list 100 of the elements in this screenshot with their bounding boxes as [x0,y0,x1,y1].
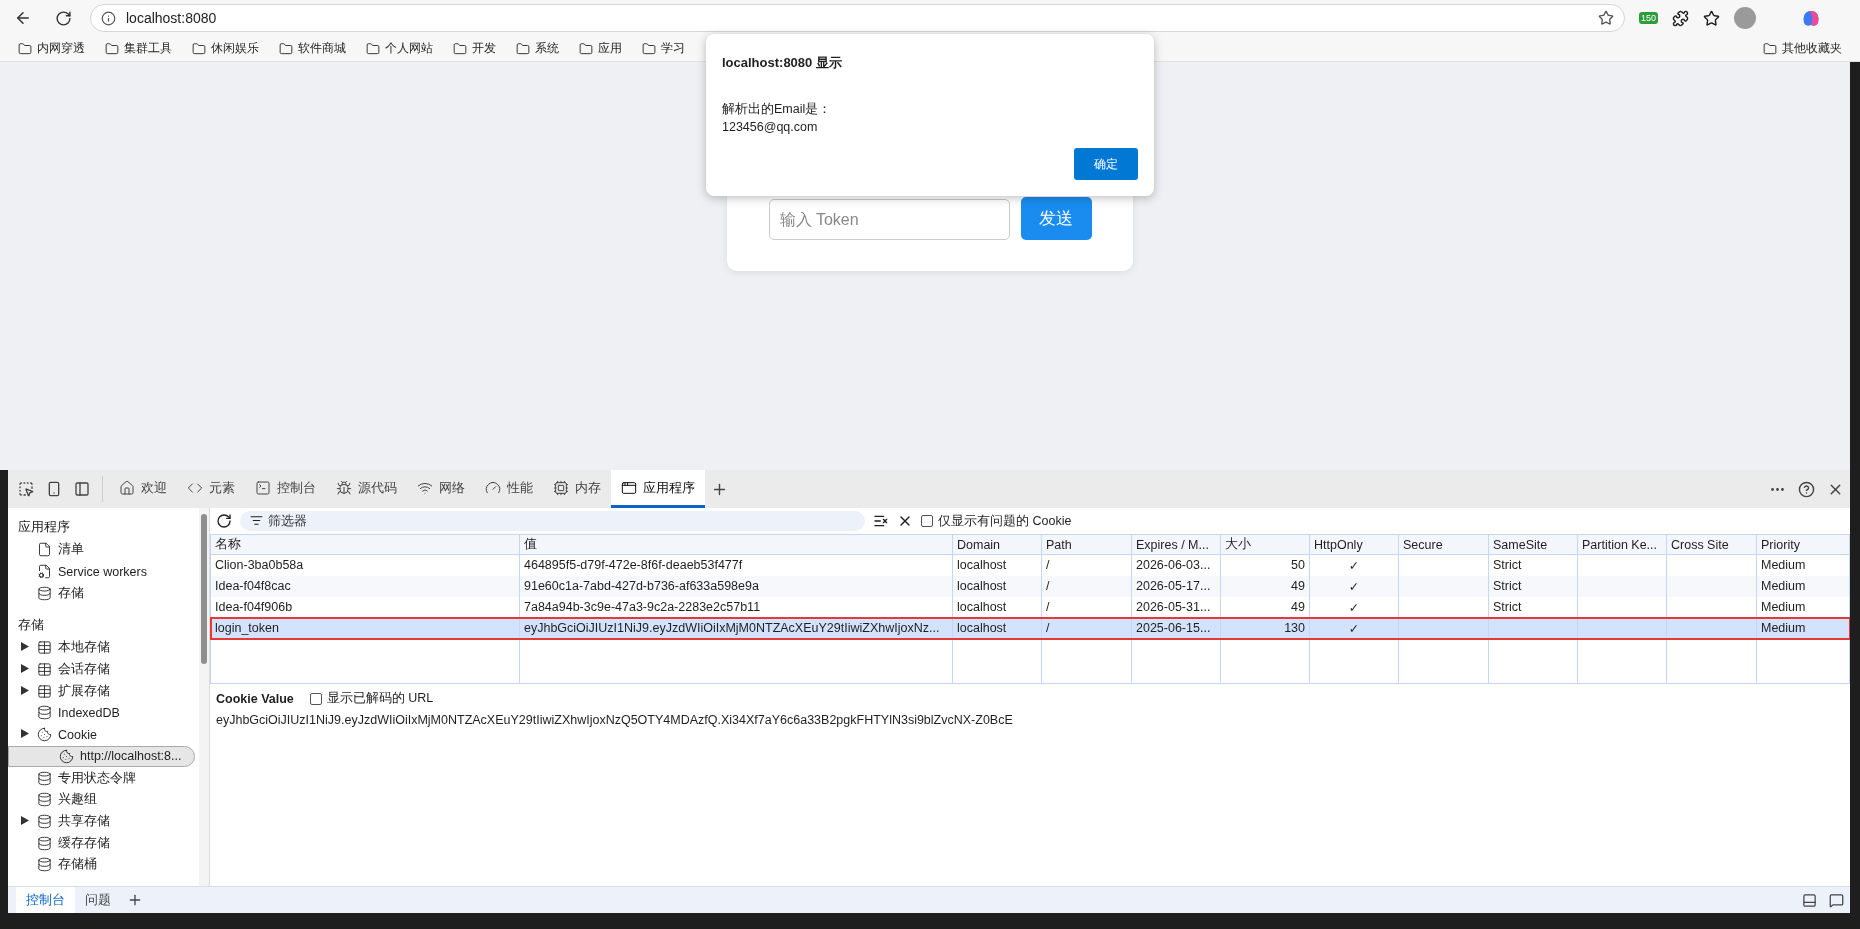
issues-checkbox[interactable]: 仅显示有问题的 Cookie [921,512,1072,530]
sidebar-item[interactable]: 共享存储 [8,810,199,833]
folder-icon [1763,41,1777,56]
devtools-tab[interactable]: 源代码 [326,470,407,508]
bookmark-folder[interactable]: 软件商城 [279,40,346,57]
token-input[interactable]: 输入 Token [768,199,1010,240]
devtools-tab[interactable]: 控制台 [245,470,326,508]
expand-icon[interactable] [21,685,29,695]
table-cell: 2026-06-03... [1136,558,1211,573]
sidebar-item[interactable]: 存储桶 [8,853,199,876]
column-header[interactable]: 名称 [210,534,520,555]
sidebar-item[interactable]: 扩展存储 [8,680,199,703]
sidebar-heading: 应用程序 [17,519,71,536]
sidebar-item[interactable]: 缓存存储 [8,832,199,854]
bookmark-folder[interactable]: 开发 [453,40,496,57]
devtools-tab[interactable]: 应用程序 [611,470,705,508]
sidebar-item[interactable]: http://localhost:8... [8,745,195,768]
extension-badge[interactable]: 150 [1639,12,1659,24]
ok-button[interactable]: 确定 [1074,148,1138,180]
clear-list-icon[interactable] [873,513,889,529]
bookmark-folder[interactable]: 休闲娱乐 [192,40,259,57]
filter-field[interactable]: 筛选器 [240,511,865,531]
cookie-icon [59,748,74,764]
sidebar-item[interactable]: 本地存储 [8,637,199,659]
devtools-tab[interactable]: 网络 [407,470,475,508]
drawer-tab[interactable]: 问题 [75,887,121,913]
table-cell: 2025-06-15... [1136,621,1211,635]
sidebar-item[interactable]: Cookie [8,723,199,746]
dialog-title: localhost:8080 显示 [722,54,843,72]
bookmark-folder[interactable]: 其他收藏夹 [1763,40,1842,57]
column-header[interactable]: Secure [1398,534,1489,555]
drawer-tab[interactable]: 控制台 [16,887,75,913]
column-header[interactable]: HttpOnly [1309,534,1399,555]
dialog-message: 123456@qq.com [722,119,819,136]
expand-icon[interactable] [21,642,29,652]
sidebar-item[interactable]: 兴趣组 [8,788,199,811]
cookie-value: eyJhbGciOiJIUzI1NiJ9.eyJzdWIiOiIxMjM0NTZAcXEuY29tIiwiZXhwIjoxNzQ5OTY4MDAzfQ.Xi34Xf7aY6c6a33B2pgkFHTYlN3si9blZvcNX-Z0BcE [215,712,1014,729]
column-header[interactable]: 值 [519,534,953,555]
bookmark-folder[interactable]: 个人网站 [366,40,433,57]
bookmark-folder[interactable]: 学习 [642,40,685,57]
refresh-icon[interactable] [216,513,232,529]
table-cell: 2026-05-17... [1136,579,1211,593]
sidebar-item[interactable]: 存储 [8,582,199,605]
decode-checkbox[interactable]: 显示已解码的 URL [309,690,434,707]
table-row[interactable]: Idea-f04f906b 7a84a94b-3c9e-47a3-9c2a-2283e2c57b11 localhost / 2026-05-31... 49 ✓ Strict Medium [210,596,1850,618]
table-cell: 91e60c1a-7abd-427d-b736-af633a598e9a [524,579,759,593]
bookmark-folder[interactable]: 系统 [516,40,559,57]
table-cell: ✓ [1348,558,1360,573]
sidebar-item[interactable]: IndexedDB [8,702,199,724]
folder-icon [192,41,206,56]
expand-icon[interactable] [21,815,29,825]
info-icon[interactable] [101,10,116,26]
table-row[interactable]: Idea-f04f8cac 91e60c1a-7abd-427d-b736-af633a598e9a localhost / 2026-05-17... 49 ✓ Strict Medium [210,575,1850,597]
bookmark-folder[interactable]: 内网穿透 [18,40,85,57]
sidebar-item[interactable]: Service workers [8,560,199,583]
table-cell: 7a84a94b-3c9e-47a3-9c2a-2283e2c57b11 [524,600,761,614]
table-cell: Strict [1493,579,1522,593]
scrollbar[interactable] [199,508,209,886]
folder-icon [105,41,119,56]
column-header[interactable]: 大小 [1220,534,1310,555]
address-bar[interactable]: localhost:8080 [90,4,1625,32]
expand-icon[interactable] [21,729,29,739]
sidebar-item[interactable]: 专用状态令牌 [8,767,199,789]
puzzle-icon[interactable] [1672,9,1690,27]
folder-icon [579,41,593,56]
table-cell: Strict [1493,558,1522,573]
home-icon [119,479,135,496]
column-header[interactable]: Cross Site [1666,534,1757,555]
table-cell: ✓ [1348,579,1360,594]
column-header[interactable]: Partition Ke... [1577,534,1667,555]
column-header[interactable]: Path [1041,534,1132,555]
devtools-tab[interactable]: 元素 [177,470,245,508]
column-header[interactable]: Expires / M... [1131,534,1221,555]
devtools-tab[interactable]: 欢迎 [109,470,177,508]
favorites-icon[interactable] [1703,9,1721,27]
star-icon[interactable] [1598,10,1614,26]
database-icon [37,813,52,829]
column-header[interactable]: Priority [1756,534,1850,555]
table-row[interactable]: Clion-3ba0b58a 464895f5-d79f-472e-8f6f-deaeb53f477f localhost / 2026-06-03... 50 ✓ Strict Medium [210,554,1850,576]
table-cell: / [1046,621,1050,635]
cookie-icon [37,727,52,743]
table-cell: localhost [957,621,1007,635]
sidebar-item[interactable]: 清单 [8,539,199,561]
column-header[interactable]: SameSite [1488,534,1578,555]
profile-avatar[interactable] [1734,7,1757,29]
bookmark-folder[interactable]: 应用 [579,40,622,57]
column-header[interactable]: Domain [952,534,1042,555]
cookie-value-label: Cookie Value [216,691,294,706]
bookmark-folder[interactable]: 集群工具 [105,40,172,57]
back-icon [14,9,32,27]
table-row[interactable]: login_token eyJhbGciOiJIUzI1NiJ9.eyJzdWIiOiIxMjM0NTZAcXEuY29tIiwiZXhwIjoxNz... localhost / 2025-06-15... 130 ✓ Medium [210,617,1850,639]
table-cell: login_token [215,621,279,635]
folder-icon [279,41,293,56]
devtools-tab[interactable]: 性能 [475,470,543,508]
expand-icon[interactable] [21,664,29,674]
devtools-tab[interactable]: 内存 [543,470,611,508]
filter-icon [250,514,263,527]
database-icon [37,835,52,851]
chip-icon [553,479,569,496]
sidebar-item[interactable]: 会话存储 [8,658,199,681]
